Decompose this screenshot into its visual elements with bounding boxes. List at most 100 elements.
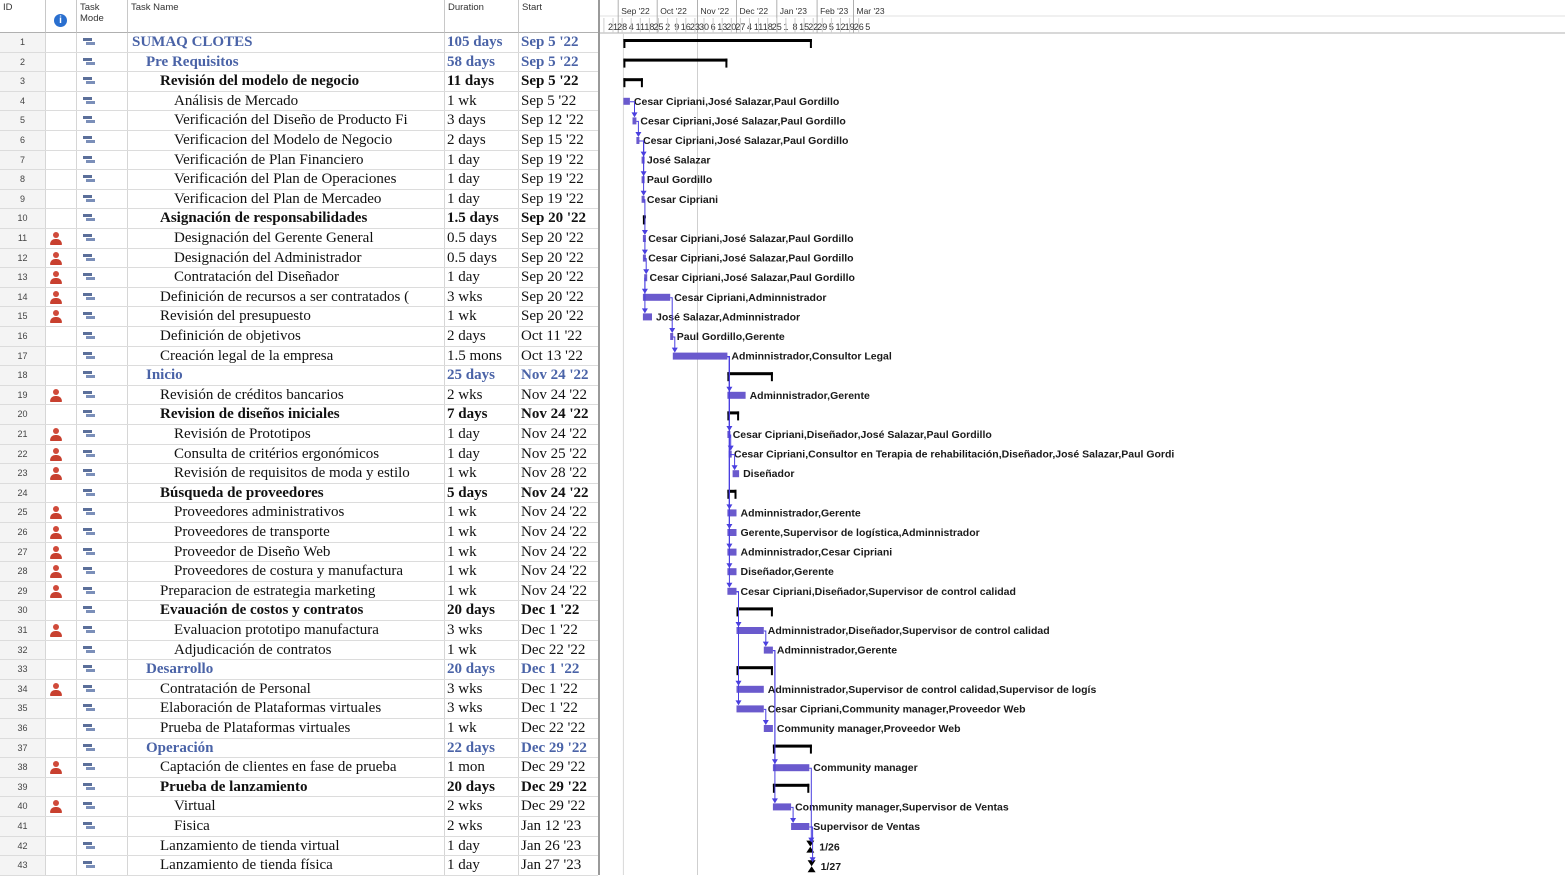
row-task-name[interactable]: Contratación del Diseñador — [128, 268, 445, 287]
column-header-task-mode[interactable]: Task Mode — [77, 0, 128, 33]
task-row[interactable]: 26 Proveedores de transporte 1 wk Nov 24 '2… — [0, 523, 598, 543]
row-task-mode[interactable] — [77, 444, 128, 464]
task-row[interactable]: 32 Adjudicación de contratos 1 wk Dec 22 '2… — [0, 640, 598, 661]
row-task-name[interactable]: Proveedores administrativos — [128, 503, 445, 522]
row-id[interactable]: 30 — [0, 601, 46, 620]
row-task-mode[interactable] — [77, 483, 128, 503]
row-id[interactable]: 5 — [0, 111, 46, 130]
row-duration[interactable]: 3 days — [445, 111, 519, 130]
task-row[interactable]: 30 Evauación de costos y contratos 20 days… — [0, 601, 598, 621]
row-task-mode[interactable] — [77, 170, 128, 189]
row-task-name[interactable]: Elaboración de Plataformas virtuales — [128, 699, 445, 718]
row-id[interactable]: 39 — [0, 777, 46, 797]
row-id[interactable]: 32 — [0, 640, 46, 660]
row-start[interactable]: Dec 29 '22 — [519, 739, 598, 758]
row-start[interactable]: Dec 29 '22 — [519, 758, 598, 777]
task-row[interactable]: 38 Captación de clientes en fase de prueb… — [0, 758, 598, 778]
row-duration[interactable]: 1.5 mons — [445, 346, 519, 366]
row-task-mode[interactable] — [77, 287, 128, 307]
task-row[interactable]: 10 Asignación de responsabilidades 1.5 day… — [0, 209, 598, 229]
row-duration[interactable]: 2 days — [445, 327, 519, 346]
task-row[interactable]: 13 Contratación del Diseñador 1 day Sep 20 … — [0, 268, 598, 288]
row-start[interactable]: Sep 12 '22 — [519, 111, 598, 130]
row-id[interactable]: 43 — [0, 856, 46, 875]
task-row[interactable]: 8 Verificación del Plan de Operaciones 1 d… — [0, 170, 598, 190]
row-task-name[interactable]: Lanzamiento de tienda virtual — [128, 836, 445, 856]
row-task-name[interactable]: SUMAQ CLOTES — [128, 33, 445, 52]
row-id[interactable]: 35 — [0, 699, 46, 718]
row-id[interactable]: 37 — [0, 738, 46, 758]
task-row[interactable]: 5 Verificación del Diseño de Producto Fi 3… — [0, 111, 598, 131]
row-task-name[interactable]: Designación del Gerente General — [128, 229, 445, 248]
task-row[interactable]: 39 Prueba de lanzamiento 20 days Dec 29 '22 — [0, 777, 598, 798]
row-start[interactable]: Nov 24 '22 — [519, 562, 598, 581]
row-start[interactable]: Jan 27 '23 — [519, 856, 598, 875]
row-start[interactable]: Sep 19 '22 — [519, 170, 598, 189]
row-id[interactable]: 4 — [0, 91, 46, 111]
row-id[interactable]: 7 — [0, 150, 46, 170]
row-duration[interactable]: 2 wks — [445, 817, 519, 836]
row-task-name[interactable]: Preparacion de estrategia marketing — [128, 581, 445, 601]
task-row[interactable]: 43 Lanzamiento de tienda física 1 day Jan 2… — [0, 856, 598, 876]
row-duration[interactable]: 25 days — [445, 366, 519, 385]
row-task-name[interactable]: Adjudicación de contratos — [128, 640, 445, 660]
row-id[interactable]: 11 — [0, 229, 46, 248]
row-duration[interactable]: 1 wk — [445, 503, 519, 522]
row-duration[interactable]: 1 wk — [445, 542, 519, 562]
row-task-name[interactable]: Definición de objetivos — [128, 327, 445, 346]
column-header-start[interactable]: Start — [519, 0, 598, 33]
task-row[interactable]: 31 Evaluacion prototipo manufactura 3 wks D… — [0, 621, 598, 641]
row-task-mode[interactable] — [77, 307, 128, 326]
row-task-mode[interactable] — [77, 836, 128, 856]
row-task-name[interactable]: Operación — [128, 738, 445, 758]
row-task-mode[interactable] — [77, 503, 128, 522]
row-start[interactable]: Sep 19 '22 — [519, 190, 598, 209]
row-id[interactable]: 21 — [0, 425, 46, 444]
row-task-mode[interactable] — [77, 719, 128, 738]
row-duration[interactable]: 0.5 days — [445, 229, 519, 248]
row-duration[interactable]: 105 days — [445, 33, 519, 52]
row-duration[interactable]: 1 day — [445, 836, 519, 856]
row-duration[interactable]: 1 day — [445, 425, 519, 444]
task-row[interactable]: 24 Búsqueda de proveedores 5 days Nov 24 '2… — [0, 483, 598, 504]
row-duration[interactable]: 1 day — [445, 268, 519, 287]
row-task-name[interactable]: Consulta de critérios ergonómicos — [128, 444, 445, 464]
row-task-mode[interactable] — [77, 346, 128, 366]
row-task-mode[interactable] — [77, 523, 128, 542]
row-task-name[interactable]: Verificación del Diseño de Producto Fi — [128, 111, 445, 130]
row-start[interactable]: Jan 26 '23 — [519, 837, 598, 856]
row-task-name[interactable]: Revisión de requisitos de moda y estilo — [128, 464, 445, 483]
row-task-mode[interactable] — [77, 425, 128, 444]
row-task-mode[interactable] — [77, 150, 128, 170]
task-row[interactable]: 36 Prueba de Plataformas virtuales 1 wk Dec… — [0, 719, 598, 739]
row-task-mode[interactable] — [77, 660, 128, 679]
row-task-mode[interactable] — [77, 758, 128, 777]
row-start[interactable]: Sep 20 '22 — [519, 209, 598, 228]
task-row[interactable]: 37 Operación 22 days Dec 29 '22 — [0, 738, 598, 759]
row-id[interactable]: 20 — [0, 405, 46, 424]
row-start[interactable]: Sep 20 '22 — [519, 229, 598, 248]
row-task-name[interactable]: Asignación de responsabilidades — [128, 209, 445, 228]
task-row[interactable]: 1 SUMAQ CLOTES 105 days Sep 5 '22 — [0, 33, 598, 53]
row-task-mode[interactable] — [77, 562, 128, 581]
row-task-name[interactable]: Evaluacion prototipo manufactura — [128, 621, 445, 640]
row-task-mode[interactable] — [77, 601, 128, 620]
row-start[interactable]: Sep 20 '22 — [519, 249, 598, 268]
column-header-info[interactable]: i — [46, 0, 77, 33]
row-duration[interactable]: 1 mon — [445, 758, 519, 777]
row-id[interactable]: 26 — [0, 523, 46, 542]
row-id[interactable]: 27 — [0, 542, 46, 562]
row-duration[interactable]: 1 day — [445, 150, 519, 170]
row-id[interactable]: 19 — [0, 385, 46, 405]
row-start[interactable]: Sep 20 '22 — [519, 288, 598, 307]
task-row[interactable]: 4 Análisis de Mercado 1 wk Sep 5 '22 — [0, 91, 598, 112]
row-task-mode[interactable] — [77, 699, 128, 718]
task-row[interactable]: 15 Revisión del presupuesto 1 wk Sep 20 '22 — [0, 307, 598, 327]
row-start[interactable]: Sep 5 '22 — [519, 92, 598, 111]
row-duration[interactable]: 1.5 days — [445, 209, 519, 228]
row-task-name[interactable]: Verificación del Plan de Operaciones — [128, 170, 445, 189]
task-row[interactable]: 28 Proveedores de costura y manufactura 1 … — [0, 562, 598, 582]
row-id[interactable]: 23 — [0, 464, 46, 483]
row-task-mode[interactable] — [77, 581, 128, 601]
row-start[interactable]: Oct 11 '22 — [519, 327, 598, 346]
